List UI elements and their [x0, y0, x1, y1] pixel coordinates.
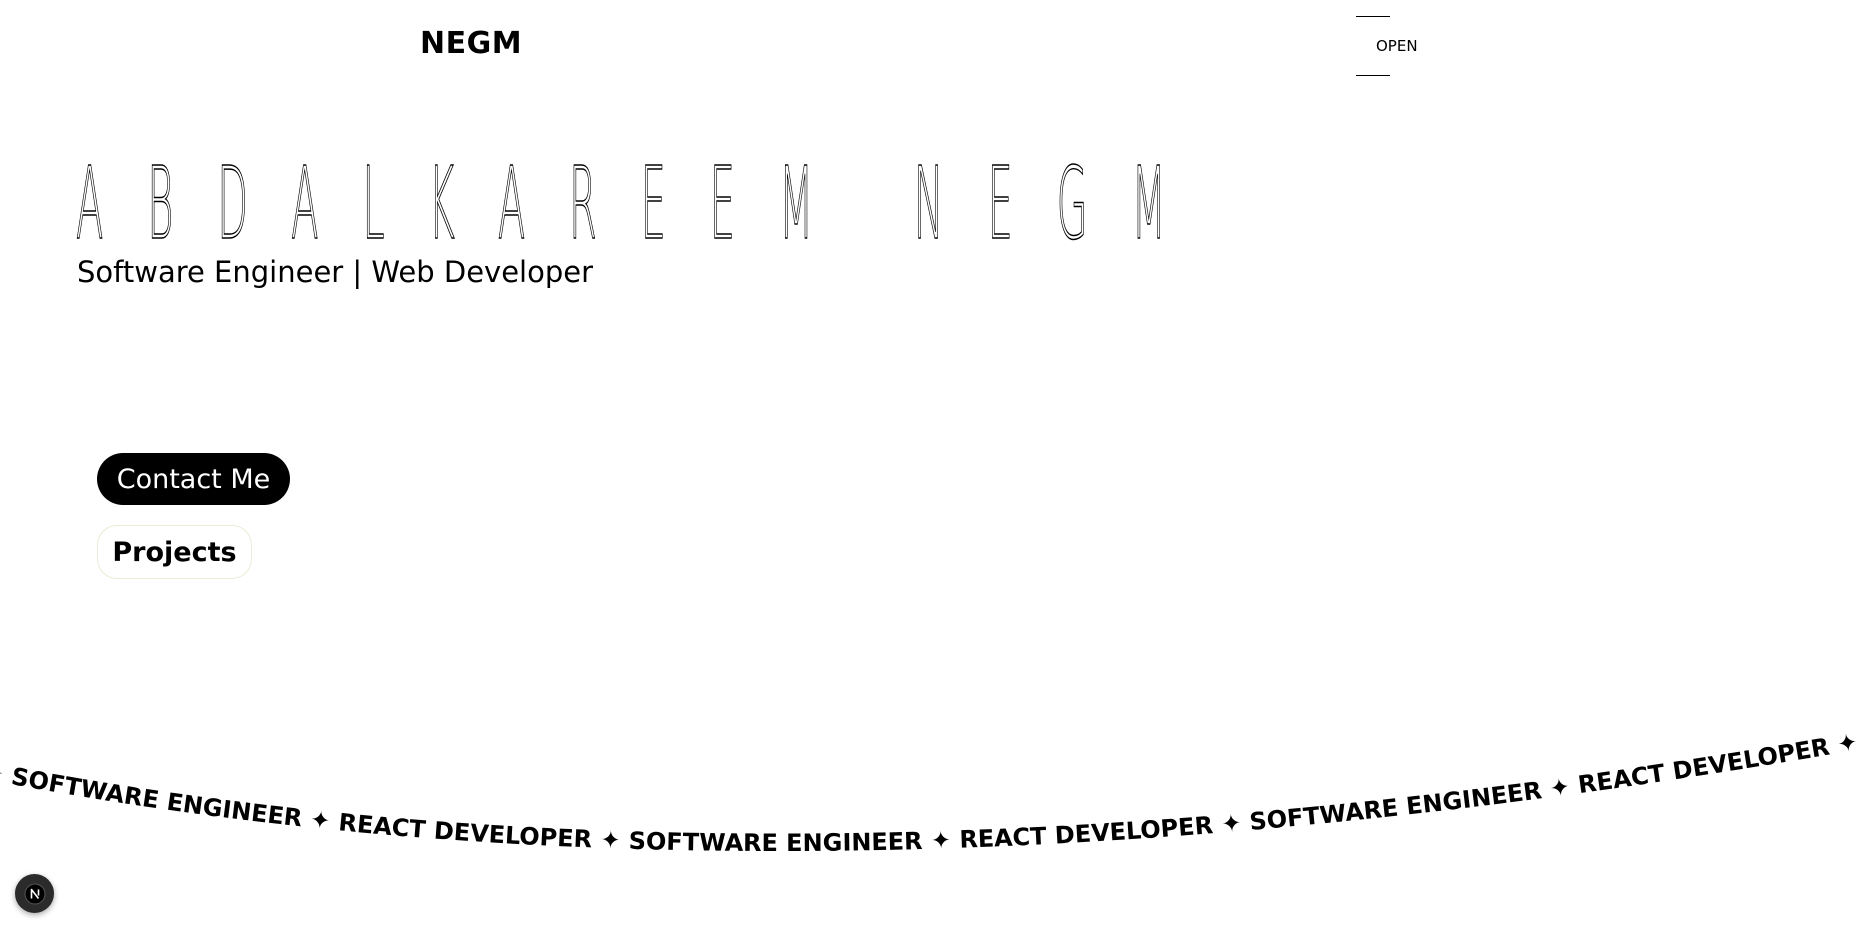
skills-marquee: ER ✦ SOFTWARE ENGINEER ✦ REACT DEVELOPER…: [0, 700, 1859, 857]
hero-subtitle: Software Engineer | Web Developer: [77, 255, 594, 289]
nextjs-logo-icon: [24, 883, 45, 904]
menu-toggle-button[interactable]: OPEN: [1356, 15, 1456, 77]
menu-toggle-label: OPEN: [1376, 37, 1418, 55]
marquee-text: ER ✦ SOFTWARE ENGINEER ✦ REACT DEVELOPER…: [0, 700, 1859, 857]
hero-name-heading: ABDALKAREEM NEGM: [76, 144, 1167, 262]
marquee-text-path: ER ✦ SOFTWARE ENGINEER ✦ REACT DEVELOPER…: [0, 700, 1859, 857]
site-logo[interactable]: NEGM: [420, 24, 522, 64]
menu-line-top: [1356, 16, 1390, 17]
hero-name-text: ABDALKAREEM NEGM: [76, 145, 1166, 262]
menu-line-bottom: [1356, 75, 1390, 76]
projects-button[interactable]: Projects: [97, 525, 252, 579]
contact-me-button[interactable]: Contact Me: [97, 453, 290, 505]
nextjs-dev-indicator-button[interactable]: [15, 874, 54, 913]
